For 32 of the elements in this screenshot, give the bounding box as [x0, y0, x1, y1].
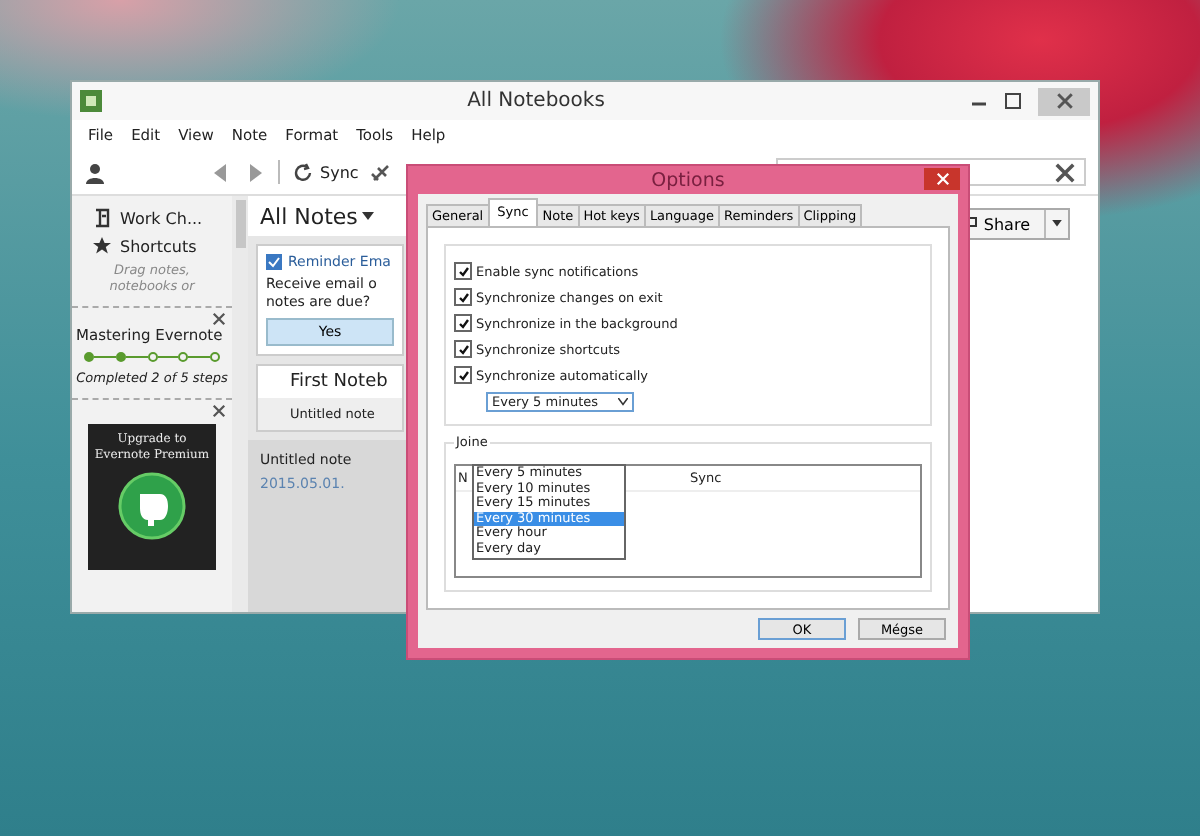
caret-icon: [361, 212, 374, 222]
checkbox[interactable]: [454, 366, 472, 384]
star-icon: [92, 236, 112, 256]
sync-button[interactable]: Sync: [292, 161, 359, 183]
user-icon[interactable]: [84, 161, 106, 183]
close-button[interactable]: [1038, 87, 1090, 115]
close-icon: [935, 172, 949, 186]
checkbox[interactable]: [454, 288, 472, 306]
maximize-icon[interactable]: [1004, 92, 1022, 110]
sync-icon: [292, 161, 314, 183]
clear-icon[interactable]: [1054, 161, 1076, 183]
app-icon: [80, 90, 102, 112]
back-icon[interactable]: [210, 161, 232, 183]
notes-header[interactable]: All Notes: [248, 196, 412, 236]
dismiss-icon[interactable]: [212, 311, 226, 326]
sidebar-item[interactable]: Work Ch...: [72, 204, 232, 232]
notebook-title: First Noteb: [288, 370, 390, 397]
window-title: All Notebooks: [465, 90, 607, 112]
sidebar-item[interactable]: Shortcuts: [72, 232, 232, 260]
close-button[interactable]: [924, 168, 960, 190]
dialog-title: Options: [649, 169, 727, 191]
scrollbar[interactable]: [232, 196, 248, 612]
forward-icon[interactable]: [244, 161, 266, 183]
caret-icon: [1052, 220, 1062, 228]
close-icon[interactable]: [1055, 92, 1073, 110]
dismiss-icon[interactable]: [212, 403, 226, 418]
checkbox-icon: [266, 254, 282, 270]
checkbox[interactable]: [454, 340, 472, 358]
checkbox[interactable]: [454, 262, 472, 280]
checkbox[interactable]: [454, 314, 472, 332]
chevron-icon: [618, 398, 628, 406]
notebook-icon: [92, 208, 112, 228]
